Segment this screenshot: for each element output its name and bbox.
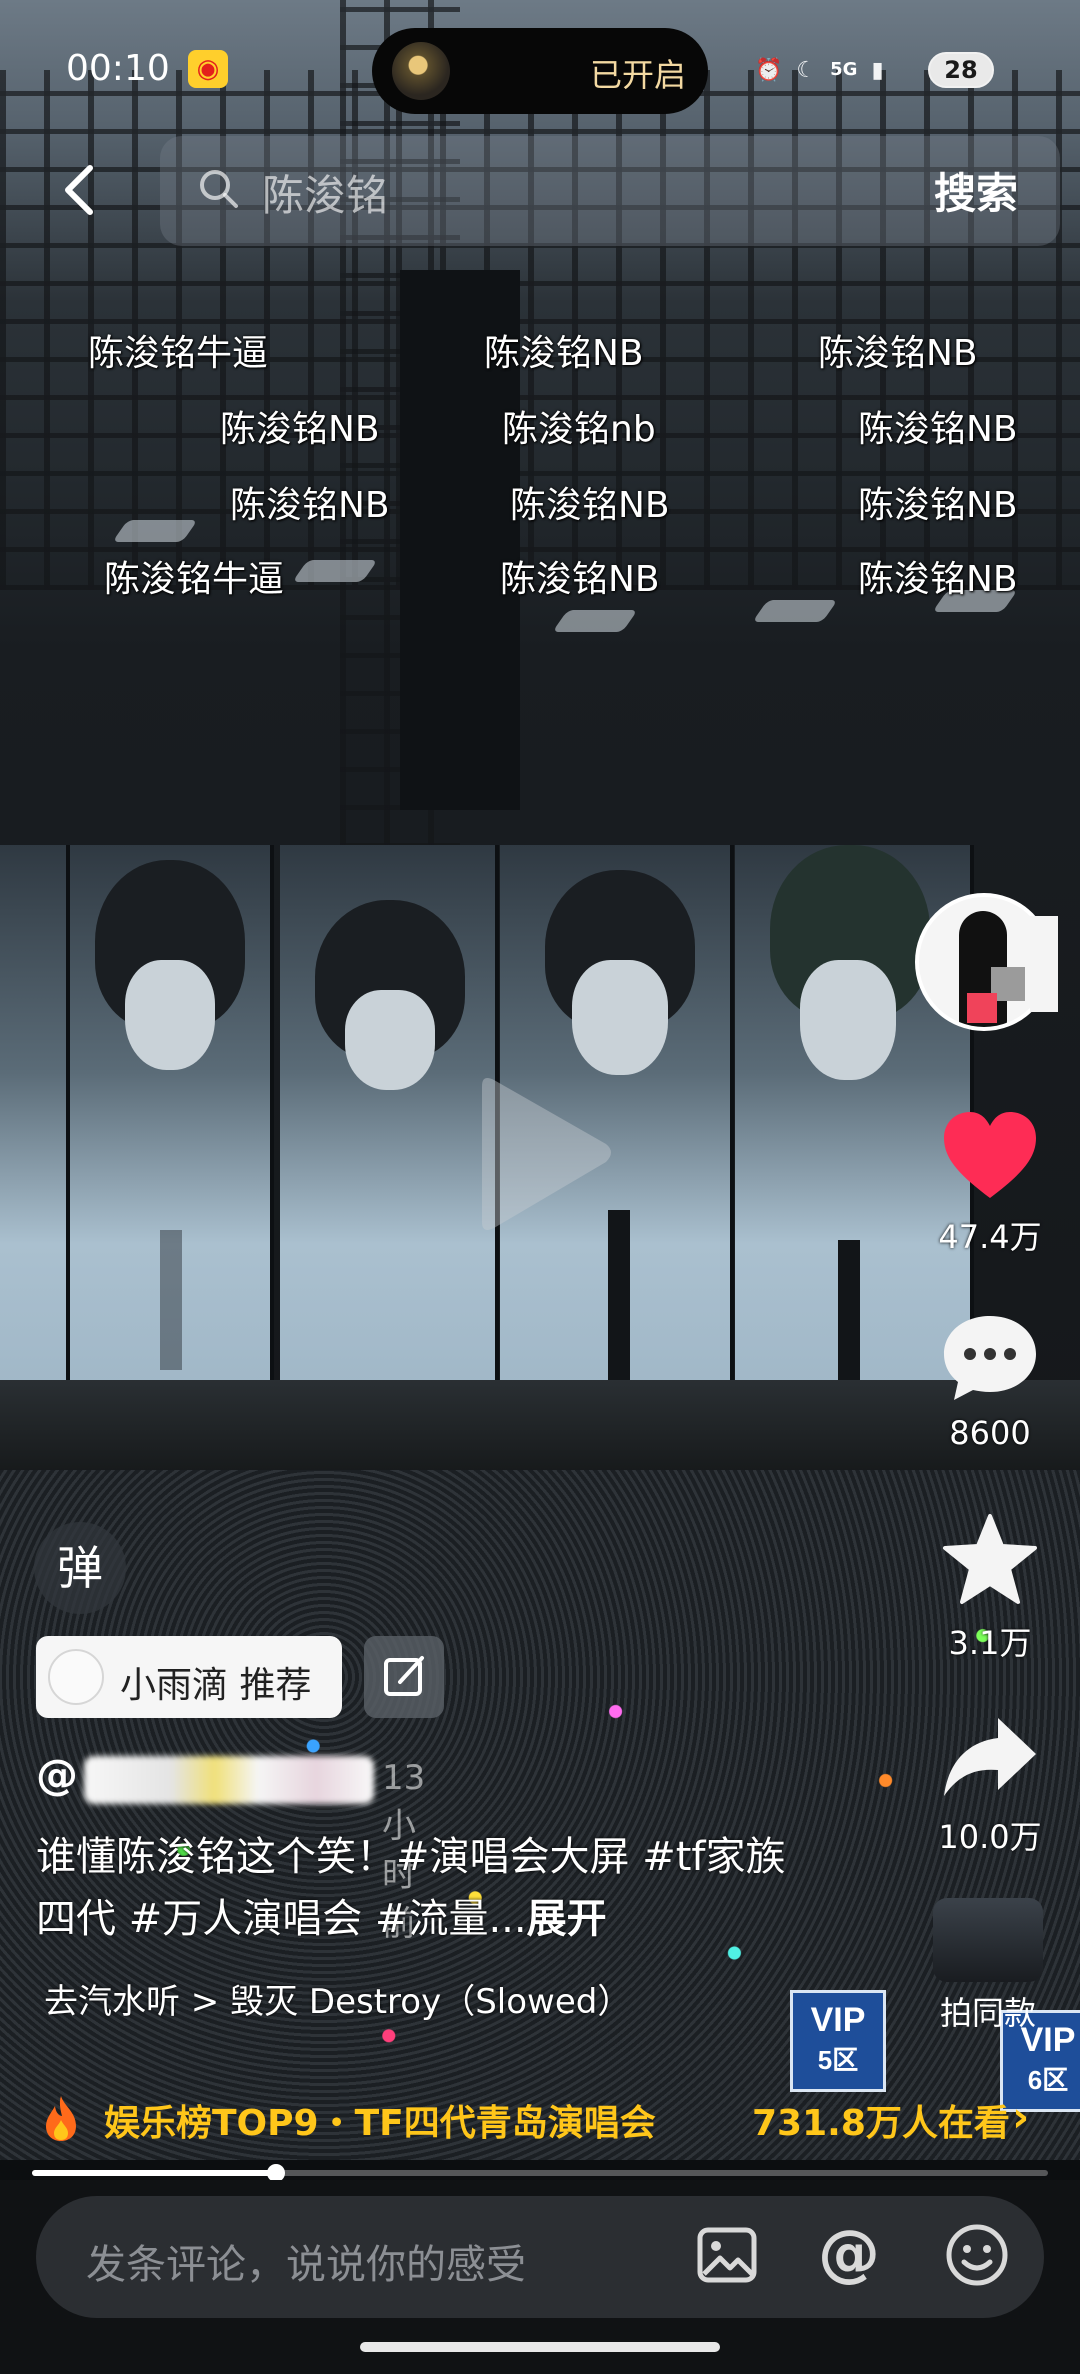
image-icon[interactable] [696, 2224, 758, 2286]
danmaku-comment: 陈浚铭NB [220, 409, 380, 450]
remix-thumbnail [933, 1898, 1043, 1982]
heart-icon [944, 1112, 1036, 1198]
trending-viewers: 731.8万人在看 [752, 2103, 1010, 2144]
like-count: 47.4万 [938, 1218, 1042, 1256]
trending-label: 娱乐榜TOP9・TF四代青岛演唱会 [104, 2103, 656, 2144]
star-icon [943, 1514, 1037, 1604]
performer-face [345, 990, 435, 1090]
moon-icon: ☾ [796, 57, 817, 83]
share-button[interactable]: 10.0万 [930, 1712, 1050, 1858]
performer-tie [160, 1230, 182, 1370]
search-button[interactable]: 搜索 [934, 160, 1018, 221]
flashlight-island[interactable]: 已开启 [372, 28, 708, 114]
avatar-mosaic [967, 993, 997, 1023]
danmaku-toggle-button[interactable]: 弹 [34, 1522, 126, 1614]
expand-link[interactable]: 展开 [527, 1896, 607, 1942]
back-arrow-icon[interactable] [52, 160, 112, 220]
performer-face [125, 960, 215, 1070]
search-icon [200, 170, 238, 208]
chevron-right-icon: › [1012, 2092, 1030, 2141]
concert-crowd [0, 1470, 1080, 2160]
author-at-symbol: @ [36, 1750, 78, 1799]
like-button[interactable]: 47.4万 [930, 1110, 1050, 1258]
danmaku-comment: 陈浚铭NB [500, 559, 660, 600]
remix-button[interactable]: 拍同款 [918, 1898, 1058, 2034]
vip-sign: VIP 5区 [790, 1990, 886, 2092]
danmaku-comment: 陈浚铭牛逼 [104, 559, 285, 600]
weibo-icon: ◉ [188, 50, 228, 88]
recommender-avatar [48, 1649, 104, 1705]
signal-icon: ▮ [871, 57, 884, 83]
recommender-chip[interactable]: 小雨滴 推荐 [36, 1636, 342, 1718]
emoji-icon[interactable] [944, 2222, 1010, 2288]
author-name-redacted[interactable] [84, 1756, 374, 1804]
stage-light [752, 600, 838, 622]
edit-icon [384, 1656, 424, 1696]
status-bar: 00:10 ◉ 已开启 ⏰ ☾ 5G ▮ 28 [0, 0, 1080, 140]
danmaku-comment: 陈浚铭NB [818, 333, 978, 374]
mention-icon[interactable]: @ [818, 2218, 880, 2288]
stage-floor [0, 1380, 1080, 1480]
play-icon[interactable] [460, 1070, 620, 1240]
flashlight-icon [392, 42, 450, 100]
comment-icon [944, 1316, 1036, 1400]
danmaku-comment: 陈浚铭NB [858, 485, 1018, 526]
danmaku-comment: 陈浚铭NB [510, 485, 670, 526]
fire-icon [46, 2096, 76, 2141]
alarm-icon: ⏰ [755, 57, 783, 83]
stage-light [552, 610, 638, 632]
danmaku-comment: 陈浚铭NB [230, 485, 390, 526]
home-indicator[interactable] [360, 2342, 720, 2352]
video-progress-bar[interactable] [32, 2164, 1048, 2182]
comment-placeholder: 发条评论，说说你的感受 [86, 2242, 526, 2288]
flashlight-status: 已开启 [589, 56, 686, 94]
status-time: 00:10 [66, 48, 170, 89]
trending-bar[interactable]: 娱乐榜TOP9・TF四代青岛演唱会 731.8万人在看 › [0, 2080, 1080, 2152]
share-count: 10.0万 [938, 1818, 1042, 1856]
battery-level: 28 [928, 52, 994, 88]
danmaku-comment: 陈浚铭NB [484, 333, 644, 374]
favorite-count: 3.1万 [948, 1624, 1032, 1662]
danmaku-comment: 陈浚铭NB [858, 409, 1018, 450]
progress-fill [32, 2170, 276, 2176]
performer-face [572, 960, 668, 1075]
led-screen-panel [0, 845, 70, 1415]
music-link[interactable]: 去汽水听 > 毁灭 Destroy（Slowed） [44, 1974, 631, 2023]
post-caption[interactable]: 谁懂陈浚铭这个笑！#演唱会大屏 #tf家族四代 #万人演唱会 #流量...展开 [36, 1826, 796, 1950]
recommender-label: 小雨滴 推荐 [120, 1665, 312, 1706]
favorite-button[interactable]: 3.1万 [930, 1512, 1050, 1664]
remix-label: 拍同款 [939, 1994, 1036, 2032]
danmaku-comment: 陈浚铭NB [858, 559, 1018, 600]
share-arrow-icon [944, 1718, 1036, 1796]
caption-text: 谁懂陈浚铭这个笑！#演唱会大屏 #tf家族四代 #万人演唱会 #流量... [36, 1834, 786, 1942]
danmaku-comment: 陈浚铭牛逼 [88, 333, 269, 374]
network-type: 5G [830, 59, 858, 80]
search-input[interactable]: 陈浚铭 [262, 162, 388, 223]
comment-count: 8600 [949, 1414, 1031, 1452]
comment-button[interactable]: 8600 [930, 1312, 1050, 1452]
status-icons: ⏰ ☾ 5G ▮ [755, 52, 884, 88]
performer-face [800, 960, 896, 1080]
danmaku-comment: 陈浚铭nb [502, 409, 656, 450]
edit-recommend-button[interactable] [364, 1636, 444, 1718]
follow-button[interactable] [1030, 916, 1058, 1012]
